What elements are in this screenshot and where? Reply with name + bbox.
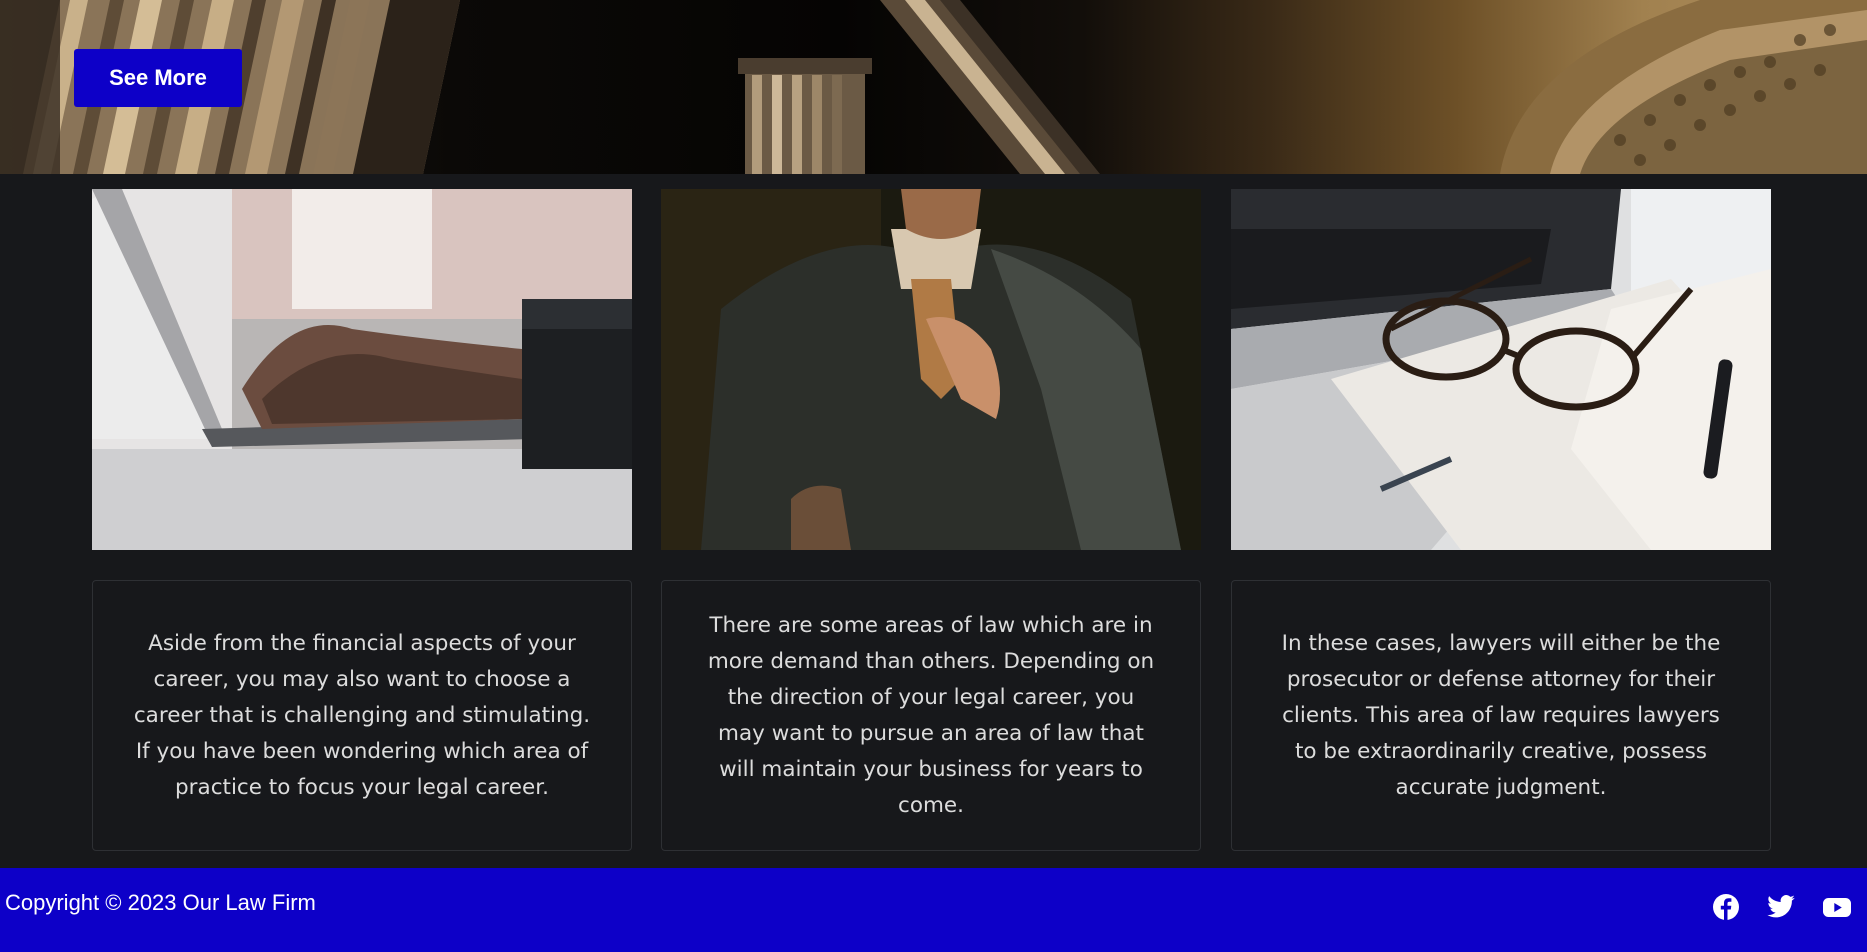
card-text: In these cases, lawyers will either be t… [1281, 630, 1721, 800]
feature-card: Aside from the financial aspects of your… [92, 580, 632, 851]
laptop-typing-photo [92, 189, 632, 550]
hero-banner: See More [0, 0, 1867, 174]
glasses-notebook-photo [1231, 189, 1771, 550]
feature-card: There are some areas of law which are in… [661, 580, 1201, 851]
copyright-text: Copyright © 2023 Our Law Firm [5, 890, 316, 915]
facebook-icon[interactable] [1711, 892, 1741, 922]
courthouse-columns-image [0, 0, 1867, 174]
feature-card: In these cases, lawyers will either be t… [1231, 580, 1771, 851]
footer: Copyright © 2023 Our Law Firm [0, 868, 1867, 952]
twitter-icon[interactable] [1766, 892, 1796, 922]
man-in-suit-photo [661, 189, 1201, 550]
card-image-glasses [1231, 189, 1771, 550]
youtube-icon[interactable] [1822, 892, 1852, 922]
see-more-button[interactable]: See More [74, 49, 242, 107]
card-image-suit [661, 189, 1201, 550]
card-text: There are some areas of law which are in… [707, 612, 1155, 818]
card-text: Aside from the financial aspects of your… [133, 630, 591, 800]
card-image-laptop [92, 189, 632, 550]
